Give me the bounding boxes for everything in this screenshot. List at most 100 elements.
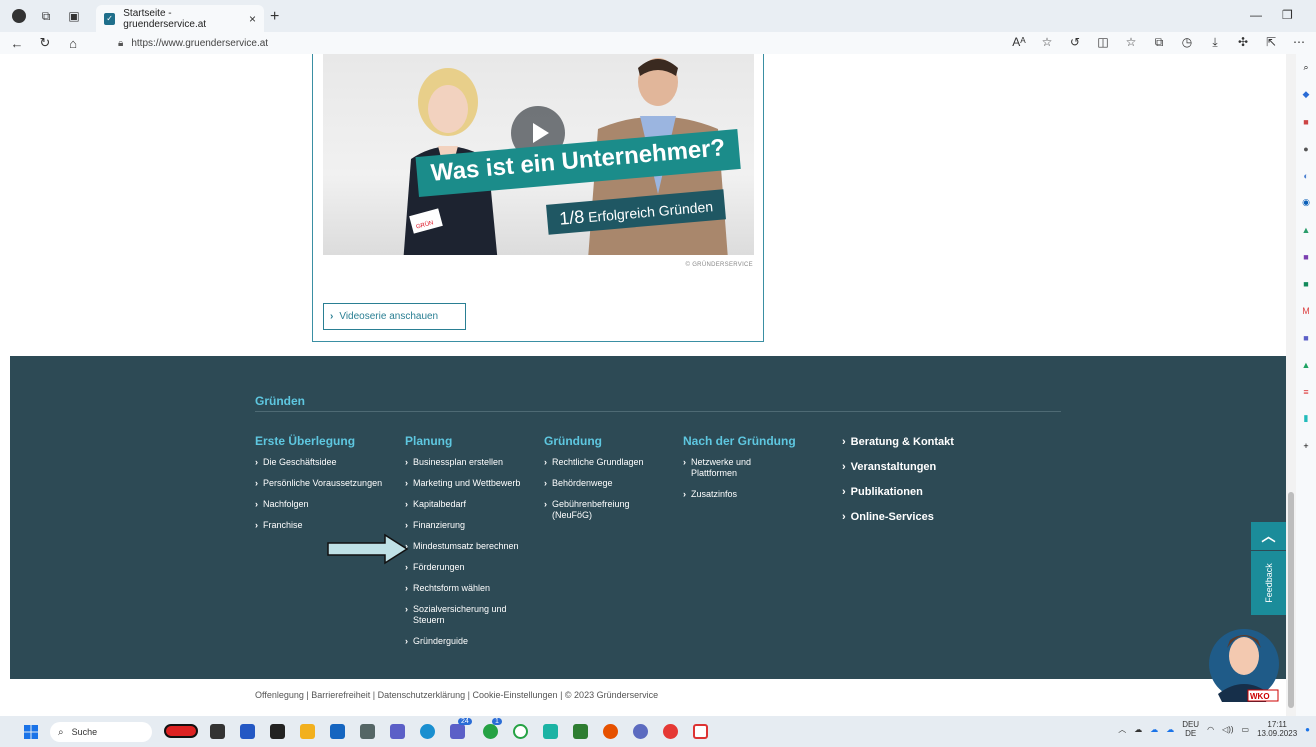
scroll-thumb[interactable] bbox=[1288, 492, 1294, 708]
battery-icon[interactable]: ▭ bbox=[1242, 725, 1250, 734]
sidebar-app-icon[interactable]: ▲ bbox=[1296, 351, 1316, 378]
taskbar-app-icon[interactable] bbox=[573, 724, 588, 739]
legal-link[interactable]: Datenschutzerklärung bbox=[378, 690, 466, 700]
sidebar-app-icon[interactable]: ≡ bbox=[1296, 378, 1316, 405]
page-scrollbar[interactable] bbox=[1286, 54, 1296, 716]
footer-link[interactable]: › Businessplan erstellen bbox=[405, 457, 540, 468]
sidebar-app-icon[interactable]: ■ bbox=[1296, 324, 1316, 351]
taskbar-app-icon[interactable] bbox=[164, 724, 198, 738]
chatbot-avatar[interactable]: WKO bbox=[1208, 622, 1280, 704]
favorite-star-icon[interactable]: ☆ bbox=[1040, 35, 1054, 50]
taskbar-app-icon[interactable] bbox=[603, 724, 618, 739]
read-aloud-icon[interactable]: Aᴬ bbox=[1012, 35, 1026, 50]
sidebar-app-icon[interactable]: ■ bbox=[1296, 270, 1316, 297]
calculator-icon[interactable] bbox=[360, 724, 375, 739]
home-icon[interactable]: ⌂ bbox=[62, 36, 84, 51]
footer-link[interactable]: › Persönliche Voraussetzungen bbox=[255, 478, 405, 489]
sidebar-app-icon[interactable]: M bbox=[1296, 297, 1316, 324]
footer-link[interactable]: › Behördenwege bbox=[544, 478, 679, 489]
footer-link-online-services[interactable]: › Online-Services bbox=[842, 511, 1042, 523]
footer-link[interactable]: › Sozialversicherung und Steuern bbox=[405, 604, 540, 626]
workspaces-icon[interactable]: ⧉ bbox=[38, 8, 54, 24]
footer-link[interactable]: › Zusatzinfos bbox=[683, 489, 823, 500]
more-icon[interactable]: ⋯ bbox=[1292, 35, 1306, 50]
taskbar-app-icon[interactable] bbox=[210, 724, 225, 739]
wifi-icon[interactable]: ◠ bbox=[1207, 725, 1214, 734]
video-series-button[interactable]: › Videoserie anschauen bbox=[323, 303, 466, 330]
history-icon[interactable]: ◷ bbox=[1180, 35, 1194, 50]
sidebar-add-icon[interactable]: + bbox=[1296, 432, 1316, 459]
footer-link[interactable]: › Franchise bbox=[255, 520, 405, 531]
edge-icon[interactable] bbox=[420, 724, 435, 739]
refresh-extension-icon[interactable]: ↺ bbox=[1068, 35, 1082, 50]
footer-link[interactable]: › Die Geschäftsidee bbox=[255, 457, 405, 468]
share-icon[interactable]: ⇱ bbox=[1264, 35, 1278, 50]
powerpoint-icon[interactable] bbox=[663, 724, 678, 739]
tab-gruenderservice[interactable]: ✓ Startseite - gruenderservice.at × bbox=[96, 5, 264, 32]
cloud-icon[interactable]: ☁ bbox=[1134, 725, 1142, 734]
sidebar-app-icon[interactable]: ◉ bbox=[1296, 189, 1316, 216]
teams-chat-icon[interactable]: 24 bbox=[450, 718, 472, 739]
back-icon[interactable]: ← bbox=[6, 36, 28, 51]
footer-link[interactable]: › Nachfolgen bbox=[255, 499, 405, 510]
footer-link[interactable]: › Netzwerke und Plattformen bbox=[683, 457, 823, 479]
whatsapp-web-icon[interactable] bbox=[513, 724, 528, 739]
legal-link[interactable]: Offenlegung bbox=[255, 690, 304, 700]
sidebar-app-icon[interactable]: ▮ bbox=[1296, 405, 1316, 432]
footer-link-mindestumsatz[interactable]: › Mindestumsatz berechnen bbox=[405, 541, 540, 552]
onedrive-icon[interactable]: ☁ bbox=[1166, 725, 1174, 734]
onedrive-icon[interactable]: ☁ bbox=[1150, 725, 1158, 734]
feedback-button[interactable]: Feedback bbox=[1251, 551, 1286, 615]
minimize-icon[interactable]: — bbox=[1250, 8, 1262, 22]
favorites-icon[interactable]: ☆ bbox=[1124, 35, 1138, 50]
restore-icon[interactable]: ❐ bbox=[1282, 8, 1293, 22]
taskbar-search[interactable]: ⌕ Suche bbox=[50, 722, 152, 742]
split-screen-icon[interactable]: ◫ bbox=[1096, 35, 1110, 50]
taskbar-app-icon[interactable] bbox=[543, 724, 558, 739]
taskbar-app-icon[interactable] bbox=[270, 724, 285, 739]
video-player[interactable]: GRÜN Was ist ein Unternehmer? 1/8 Erfolg… bbox=[323, 54, 754, 255]
extensions-icon[interactable]: ✣ bbox=[1236, 35, 1250, 50]
footer-link[interactable]: › Kapitalbedarf bbox=[405, 499, 540, 510]
legal-link[interactable]: Barrierefreiheit bbox=[311, 690, 370, 700]
teams-icon[interactable] bbox=[390, 724, 405, 739]
footer-link-beratung[interactable]: › Beratung & Kontakt bbox=[842, 436, 1042, 448]
footer-link[interactable]: › Rechtliche Grundlagen bbox=[544, 457, 679, 468]
footer-link-publikationen[interactable]: › Publikationen bbox=[842, 486, 1042, 498]
footer-link[interactable]: › Gebührenbefreiung (NeuFöG) bbox=[544, 499, 679, 521]
whatsapp-icon[interactable]: 1 bbox=[483, 718, 502, 739]
tab-actions-icon[interactable]: ▣ bbox=[66, 8, 82, 24]
taskbar-app-icon[interactable] bbox=[633, 724, 648, 739]
new-tab-button[interactable]: + bbox=[270, 8, 279, 26]
footer-link[interactable]: › Förderungen bbox=[405, 562, 540, 573]
legal-link[interactable]: Cookie-Einstellungen bbox=[473, 690, 558, 700]
pdf-icon[interactable] bbox=[693, 724, 708, 739]
volume-icon[interactable]: ◁)) bbox=[1222, 725, 1233, 734]
windows-start-icon[interactable] bbox=[24, 725, 38, 739]
footer-link[interactable]: › Rechtsform wählen bbox=[405, 583, 540, 594]
tray-overflow-icon[interactable]: ︿ bbox=[1118, 724, 1126, 735]
address-bar[interactable]: 🔒︎ https://www.gruenderservice.at bbox=[118, 34, 1018, 52]
collections-icon[interactable]: ⧉ bbox=[1152, 35, 1166, 50]
taskbar-app-icon[interactable] bbox=[240, 724, 255, 739]
reload-icon[interactable]: ↻ bbox=[34, 35, 56, 51]
tab-close-icon[interactable]: × bbox=[249, 12, 256, 26]
file-explorer-icon[interactable] bbox=[300, 724, 315, 739]
clock[interactable]: 17:11 13.09.2023 bbox=[1257, 720, 1297, 738]
sidebar-app-icon[interactable]: ◐ bbox=[1296, 162, 1316, 189]
sidebar-app-icon[interactable]: ■ bbox=[1296, 108, 1316, 135]
footer-link[interactable]: › Finanzierung bbox=[405, 520, 540, 531]
sidebar-app-icon[interactable]: ◆ bbox=[1296, 81, 1316, 108]
outlook-icon[interactable] bbox=[330, 724, 345, 739]
sidebar-app-icon[interactable]: ▲ bbox=[1296, 216, 1316, 243]
sidebar-app-icon[interactable]: ● bbox=[1296, 135, 1316, 162]
language-indicator[interactable]: DEU DE bbox=[1182, 720, 1199, 738]
footer-link-veranstaltungen[interactable]: › Veranstaltungen bbox=[842, 461, 1042, 473]
sidebar-app-icon[interactable]: ■ bbox=[1296, 243, 1316, 270]
footer-link[interactable]: › Marketing und Wettbewerb bbox=[405, 478, 540, 489]
back-to-top-button[interactable]: ︿ bbox=[1251, 522, 1286, 550]
footer-link[interactable]: › Gründerguide bbox=[405, 636, 540, 647]
profile-avatar-icon[interactable] bbox=[12, 9, 26, 23]
notification-icon[interactable]: ● bbox=[1305, 725, 1310, 734]
download-icon[interactable]: ⤓ bbox=[1208, 35, 1222, 50]
